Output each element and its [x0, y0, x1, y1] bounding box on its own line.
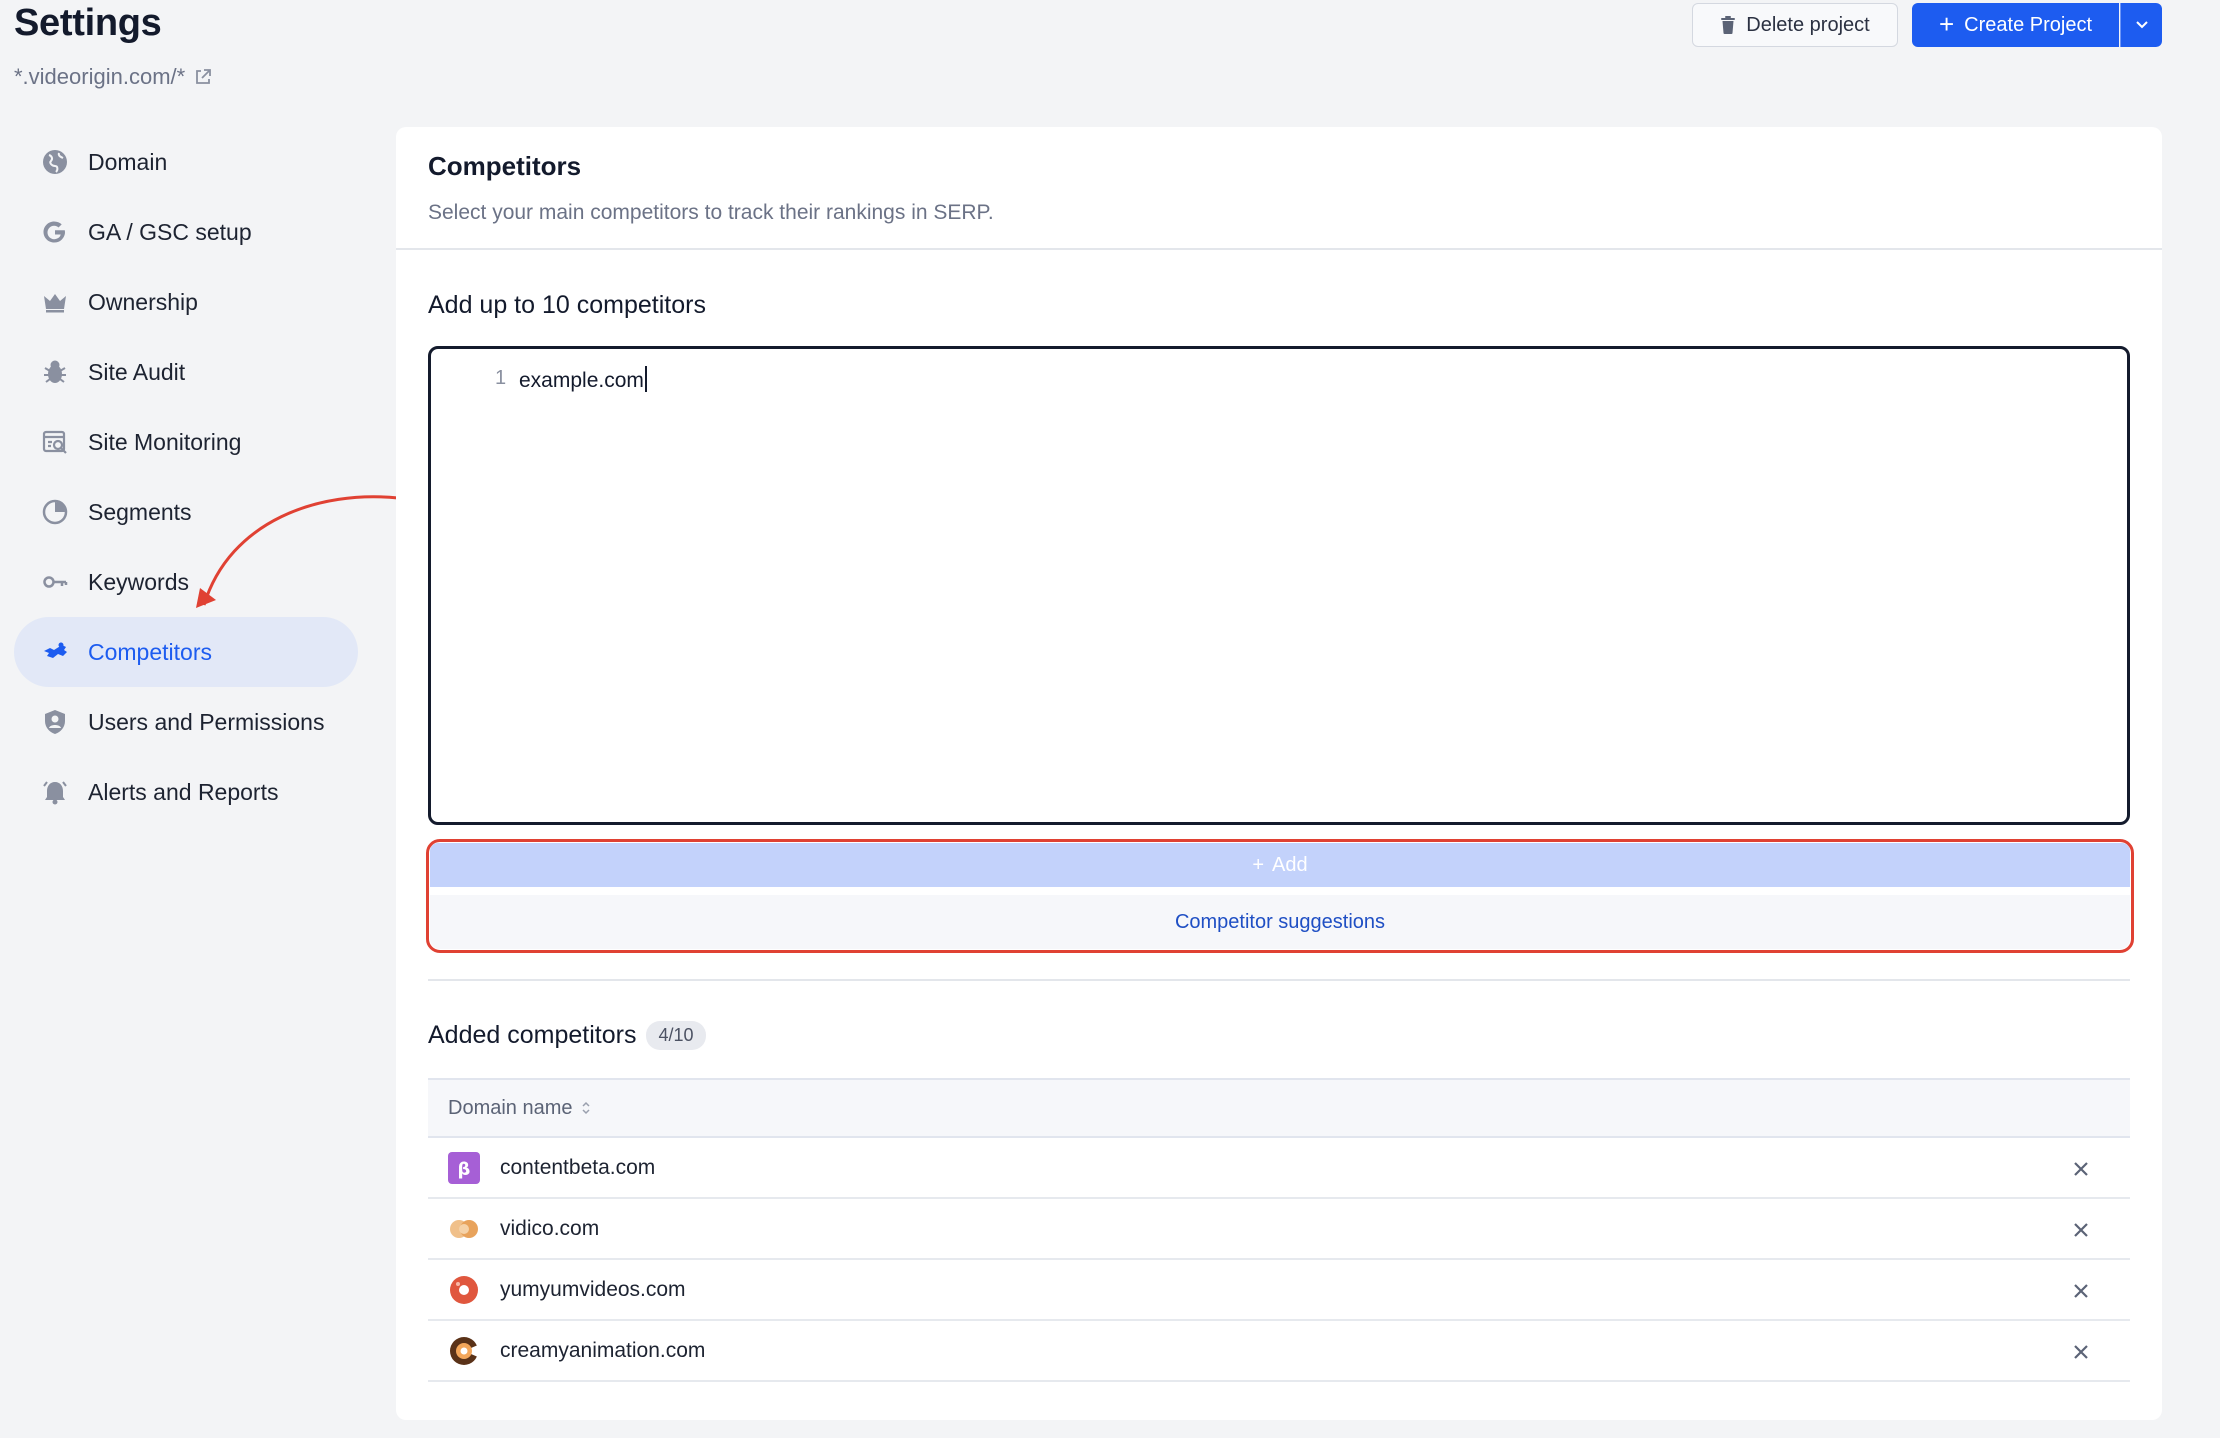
- sidebar-item-label: Users and Permissions: [88, 708, 325, 735]
- sidebar-item-label: Domain: [88, 148, 168, 175]
- bug-icon: [40, 357, 70, 387]
- settings-sidebar: Domain GA / GSC setup Ownership Site Aud…: [14, 127, 358, 827]
- chevron-down-icon: [2135, 21, 2148, 29]
- sidebar-item-ga-gsc-setup[interactable]: GA / GSC setup: [14, 197, 358, 267]
- google-icon: [40, 217, 70, 247]
- line-number: 1: [495, 367, 507, 389]
- sidebar-item-domain[interactable]: Domain: [14, 127, 358, 197]
- editor-line: example.com: [519, 366, 647, 393]
- sort-icon: [581, 1101, 590, 1115]
- close-icon: [2074, 1223, 2088, 1237]
- plus-icon: +: [1252, 853, 1265, 876]
- create-project-dropdown-button[interactable]: [2120, 3, 2162, 47]
- sidebar-item-alerts-and-reports[interactable]: Alerts and Reports: [14, 757, 358, 827]
- remove-competitor-button[interactable]: [2072, 1221, 2090, 1239]
- close-icon: [2074, 1345, 2088, 1359]
- competitor-suggestions-label: Competitor suggestions: [1174, 910, 1386, 933]
- competitors-table: Domain name β contentbeta.com vidico.com: [428, 1078, 2130, 1382]
- sidebar-item-label: Segments: [88, 498, 192, 525]
- create-project-button[interactable]: + Create Project: [1912, 3, 2119, 47]
- remove-competitor-button[interactable]: [2072, 1343, 2090, 1361]
- competitor-domain: creamyanimation.com: [500, 1338, 706, 1362]
- sidebar-item-label: Competitors: [88, 638, 212, 665]
- competitors-icon: [40, 637, 70, 667]
- sidebar-item-users-and-permissions[interactable]: Users and Permissions: [14, 687, 358, 757]
- competitor-domain: vidico.com: [500, 1216, 600, 1240]
- shield-user-icon: [40, 707, 70, 737]
- sidebar-item-label: Ownership: [88, 288, 198, 315]
- settings-page: Settings *.videorigin.com/* Delete proje…: [0, 0, 2220, 1438]
- annotation-arrow: [196, 495, 399, 608]
- sidebar-item-label: Site Audit: [88, 358, 186, 385]
- project-domain: *.videorigin.com/*: [14, 64, 186, 89]
- table-row: β contentbeta.com: [428, 1138, 2130, 1199]
- text-caret: [644, 366, 647, 392]
- creamyanimation-favicon: [448, 1335, 480, 1367]
- sidebar-item-competitors[interactable]: Competitors: [14, 617, 358, 687]
- sidebar-item-label: Alerts and Reports: [88, 778, 279, 805]
- vidico-favicon: [448, 1213, 480, 1245]
- crown-icon: [40, 287, 70, 317]
- competitor-domain: yumyumvideos.com: [500, 1277, 686, 1301]
- favicon-glyph: β: [458, 1159, 471, 1180]
- remove-competitor-button[interactable]: [2072, 1160, 2090, 1178]
- close-icon: [2074, 1284, 2088, 1298]
- divider: [428, 979, 2130, 981]
- key-icon: [40, 567, 70, 597]
- table-row: vidico.com: [428, 1199, 2130, 1260]
- editor-text: example.com: [519, 369, 644, 392]
- trash-icon: [1721, 16, 1736, 34]
- count-badge: 4/10: [646, 1021, 706, 1050]
- sidebar-item-label: Site Monitoring: [88, 428, 242, 455]
- globe-icon: [40, 147, 70, 177]
- added-competitors-heading: Added competitors 4/10: [428, 1021, 706, 1050]
- competitor-domain: contentbeta.com: [500, 1155, 656, 1179]
- table-row: yumyumvideos.com: [428, 1260, 2130, 1321]
- plus-icon: +: [1938, 9, 1955, 39]
- sidebar-item-ownership[interactable]: Ownership: [14, 267, 358, 337]
- external-link-icon: [196, 69, 212, 84]
- sidebar-item-site-audit[interactable]: Site Audit: [14, 337, 358, 407]
- delete-project-label: Delete project: [1746, 13, 1870, 36]
- column-header-label: Domain name: [448, 1096, 573, 1119]
- sidebar-item-site-monitoring[interactable]: Site Monitoring: [14, 407, 358, 477]
- pie-icon: [40, 497, 70, 527]
- add-competitors-heading: Add up to 10 competitors: [428, 291, 706, 319]
- add-button-label: Add: [1272, 853, 1308, 876]
- competitors-card: Competitors Select your main competitors…: [396, 127, 2162, 1420]
- delete-project-button[interactable]: Delete project: [1692, 3, 1898, 47]
- yumyumvideos-favicon: [448, 1274, 480, 1306]
- table-row: creamyanimation.com: [428, 1321, 2130, 1382]
- create-project-label: Create Project: [1964, 13, 2093, 36]
- competitors-textarea[interactable]: 1 example.com: [428, 346, 2130, 825]
- add-button[interactable]: + Add: [430, 843, 2130, 887]
- alarm-bell-icon: [40, 777, 70, 807]
- monitor-search-icon: [40, 427, 70, 457]
- divider: [396, 248, 2162, 250]
- sidebar-item-label: Keywords: [88, 568, 189, 595]
- page-title: Settings: [14, 2, 162, 44]
- remove-competitor-button[interactable]: [2072, 1282, 2090, 1300]
- sidebar-item-label: GA / GSC setup: [88, 218, 252, 245]
- added-competitors-title: Added competitors: [428, 1021, 637, 1049]
- contentbeta-favicon: β: [448, 1151, 480, 1184]
- card-title: Competitors: [428, 151, 582, 181]
- card-subtitle: Select your main competitors to track th…: [428, 201, 994, 224]
- close-icon: [2074, 1162, 2088, 1176]
- project-domain-link[interactable]: *.videorigin.com/*: [14, 64, 213, 90]
- competitor-suggestions-button[interactable]: Competitor suggestions: [430, 895, 2130, 949]
- column-header-domain-name[interactable]: Domain name: [428, 1078, 2130, 1138]
